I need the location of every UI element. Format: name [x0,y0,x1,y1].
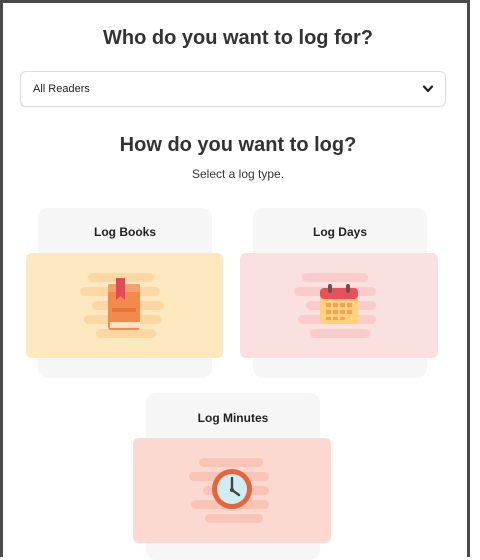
log-days-illustration[interactable] [240,253,438,358]
book-icon [108,278,140,330]
page-frame: Who do you want to log for? All Readers … [0,0,470,560]
log-books-illustration[interactable] [26,253,223,358]
log-minutes-illustration[interactable] [133,438,331,543]
log-type-heading: How do you want to log? [119,134,357,156]
reader-heading: Who do you want to log for? [103,27,373,49]
log-days-label: Log Days [312,225,367,239]
log-minutes-label: Log Minutes [197,411,269,425]
reader-select[interactable]: All Readers [20,71,446,107]
calendar-icon [320,284,358,324]
clock-icon [212,469,252,509]
chevron-down-icon [423,84,433,94]
log-books-label: Log Books [94,225,156,239]
reader-select-value: All Readers [33,83,90,95]
log-type-subtitle: Select a log type. [191,167,285,181]
